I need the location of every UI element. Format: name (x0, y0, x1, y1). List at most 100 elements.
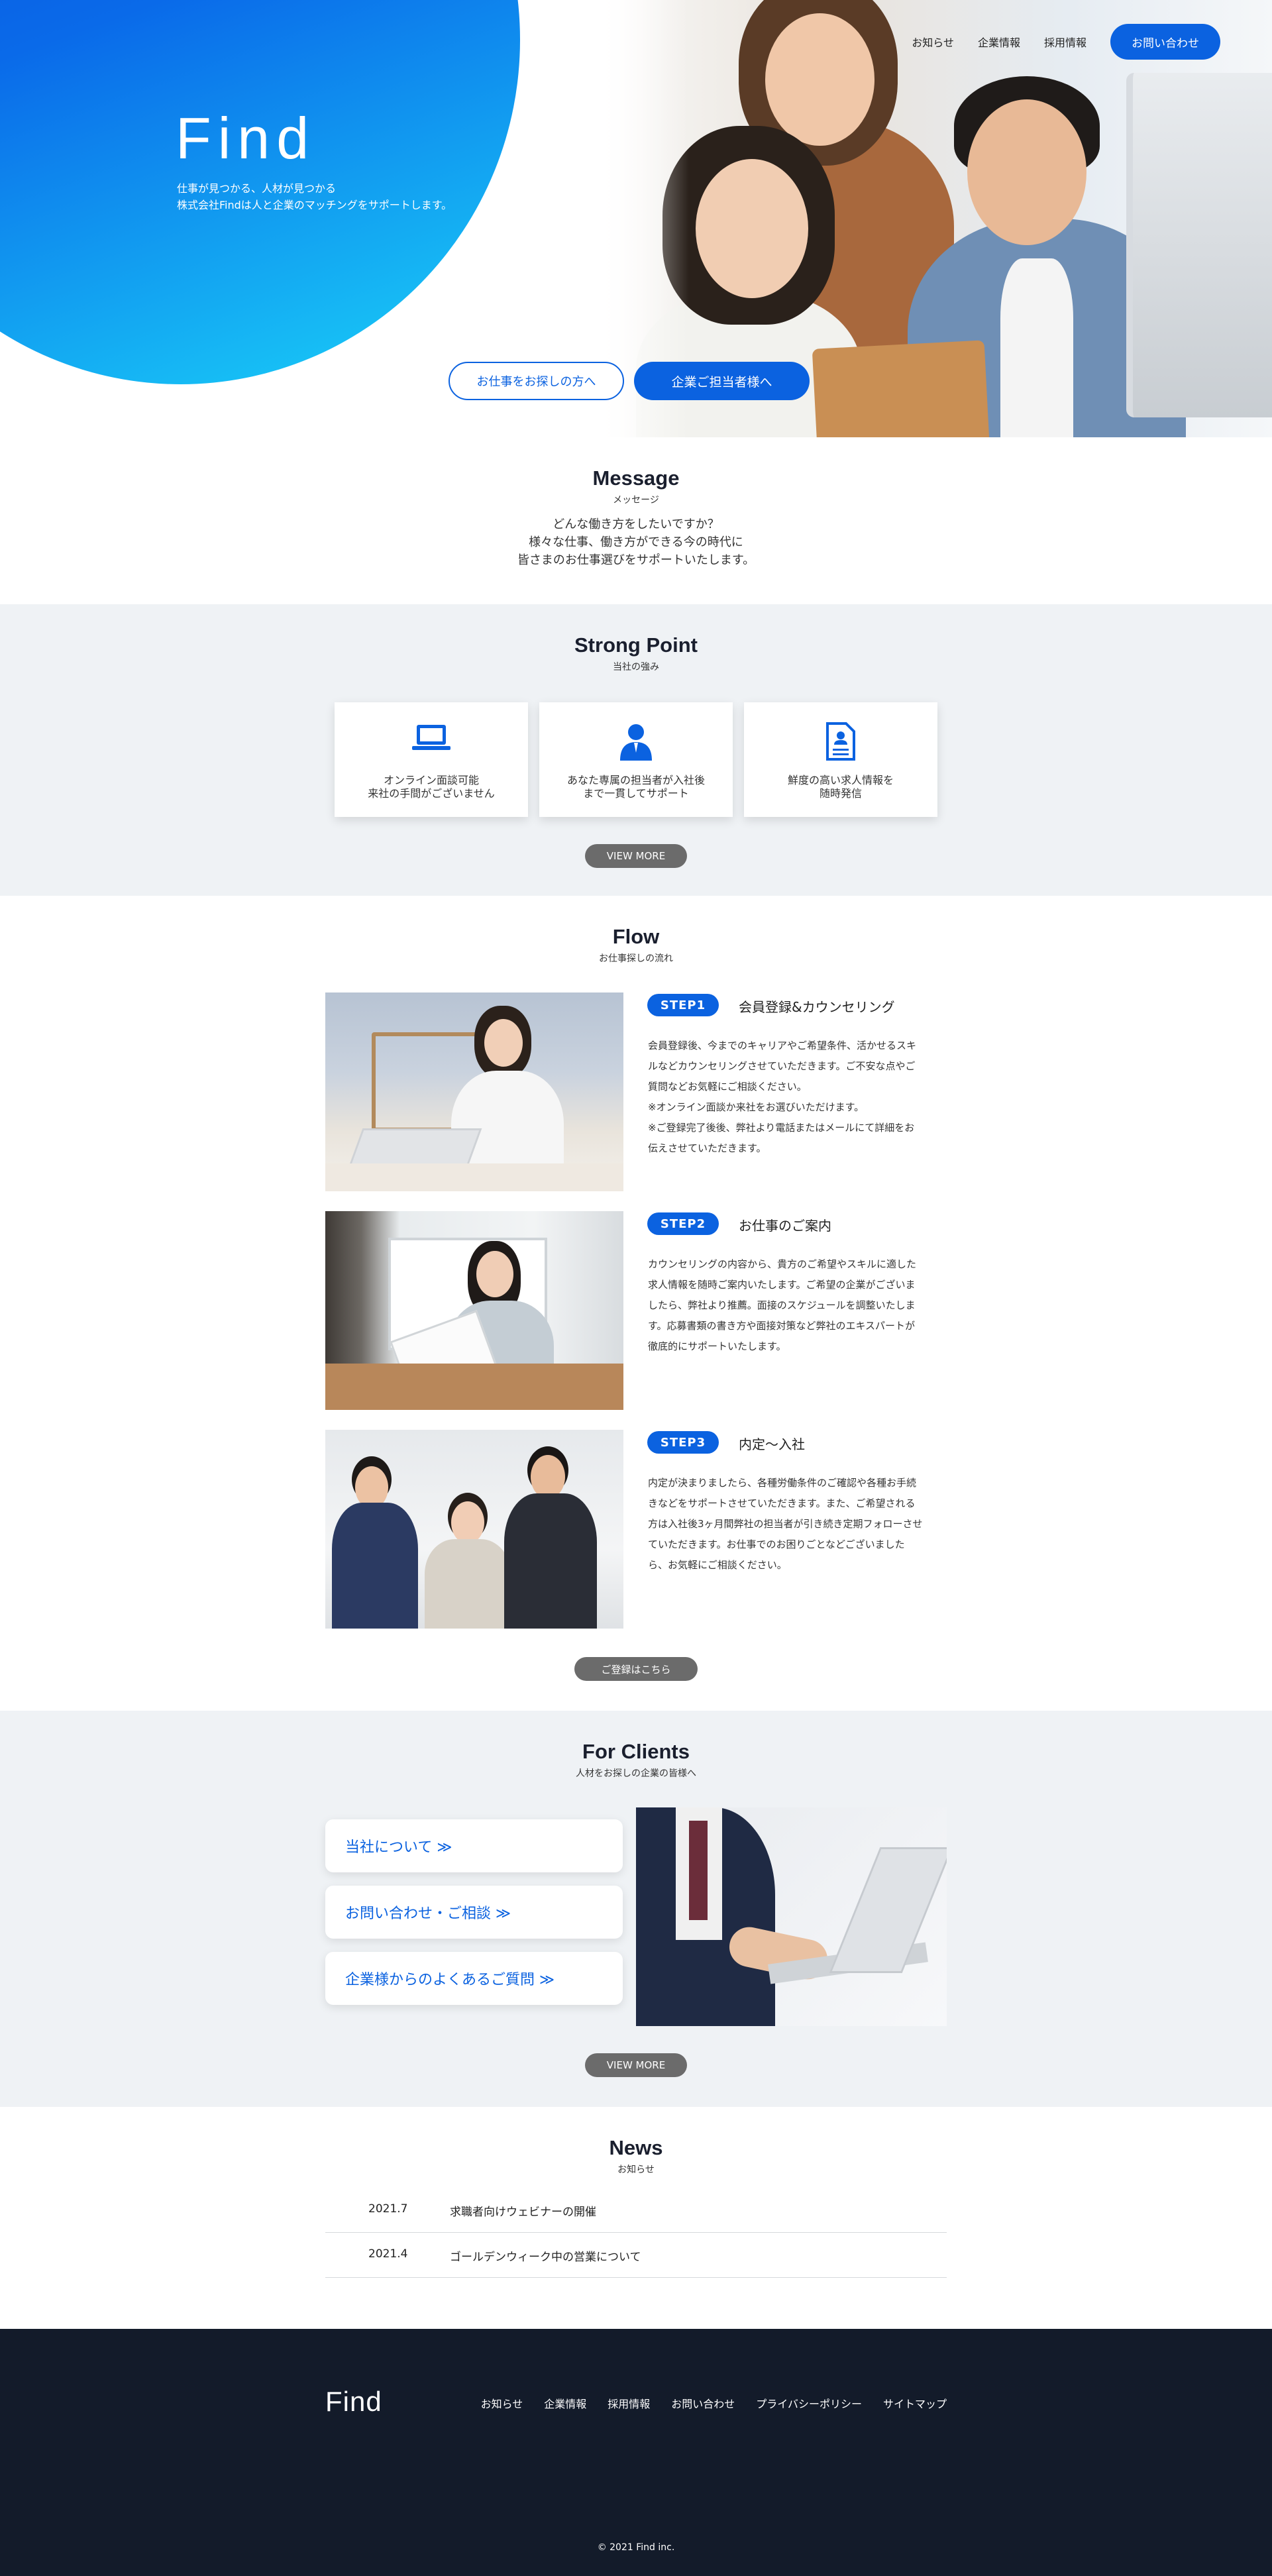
person-shape (765, 13, 874, 146)
footer: Find お知らせ 企業情報 採用情報 お問い合わせ プライバシーポリシー サイ… (0, 2329, 1272, 2576)
view-more-button[interactable]: VIEW MORE (585, 844, 687, 868)
hero-logo: Find (176, 105, 316, 171)
company-button[interactable]: 企業ご担当者様へ (634, 362, 810, 400)
step-line: ルなどカウンセリングさせていただきます。ご不安な点やご (648, 1060, 916, 1072)
footer-nav: お知らせ 企業情報 採用情報 お問い合わせ プライバシーポリシー サイトマップ (481, 2395, 947, 2411)
step-line: 質問などお気軽にご相談ください。 (648, 1081, 807, 1093)
step-line: 伝えさせていただきます。 (648, 1142, 767, 1154)
section-title: Flow (612, 925, 660, 948)
message-line: 皆さまのお仕事選びをサポートいたします。 (517, 553, 755, 567)
footer-link-contact[interactable]: お問い合わせ (671, 2395, 735, 2411)
step1-photo (325, 993, 623, 1191)
footer-link-news[interactable]: お知らせ (481, 2395, 523, 2411)
tagline-line: 株式会社Findは人と企業のマッチングをサポートします。 (177, 199, 452, 211)
monitor-shape (1126, 73, 1272, 417)
section-subtitle: お知らせ (617, 2165, 655, 2175)
card-line: 随時発信 (819, 787, 862, 800)
jobseeker-button[interactable]: お仕事をお探しの方へ (449, 362, 624, 400)
person-shape (1000, 258, 1073, 437)
nav-link-recruit[interactable]: 採用情報 (1044, 34, 1086, 50)
news-title[interactable]: 求職者向けウェビナーの開催 (450, 2202, 596, 2219)
footer-logo[interactable]: Find (325, 2386, 382, 2418)
card-line: オンライン面談可能 (383, 774, 479, 786)
tagline-line: 仕事が見つかる、人材が見つかる (177, 182, 337, 195)
hero-tagline: 仕事が見つかる、人材が見つかる 株式会社Findは人と企業のマッチングをサポート… (177, 180, 452, 213)
news-title[interactable]: ゴールデンウィーク中の営業について (450, 2247, 641, 2264)
step1-title: 会員登録&カウンセリング (739, 999, 895, 1015)
message-line: どんな働き方をしたいですか？ (553, 517, 719, 531)
step3-photo (325, 1430, 623, 1629)
card-text: あなた専属の担当者が入社後 まで一貫してサポート (539, 774, 733, 800)
step-line: ていただきます。お仕事でのお困りごとなどございました (648, 1538, 905, 1550)
step-line: カウンセリングの内容から、貴方のご希望やスキルに適した (648, 1258, 917, 1270)
message-section: Message メッセージ どんな働き方をしたいですか？ 様々な仕事、働き方がで… (0, 437, 1272, 604)
step-line: 徹底的にサポートいたします。 (648, 1340, 786, 1352)
step2-body: カウンセリングの内容から、貴方のご希望やスキルに適した 求人情報を随時ご案内いた… (648, 1254, 946, 1357)
step1-body: 会員登録後、今までのキャリアやご希望条件、活かせるスキ ルなどカウンセリングさせ… (648, 1036, 946, 1159)
card-text: オンライン面談可能 来社の手間がございません (335, 774, 528, 800)
strength-card: あなた専属の担当者が入社後 まで一貫してサポート (539, 702, 733, 817)
strong-point-section: Strong Point 当社の強み オンライン面談可能 来社の手間がございませ… (0, 604, 1272, 896)
step3-badge: STEP3 (647, 1431, 719, 1454)
section-title: Message (592, 466, 680, 490)
section-title: For Clients (582, 1740, 690, 1763)
top-nav: お知らせ 企業情報 採用情報 お問い合わせ (912, 24, 1220, 60)
news-section: News お知らせ 2021.7 求職者向けウェビナーの開催 2021.4 ゴー… (0, 2107, 1272, 2329)
section-subtitle: 人材をお探しの企業の皆様へ (576, 1768, 696, 1779)
client-photo (636, 1807, 947, 2026)
step-line: ら、お気軽にご相談ください。 (648, 1559, 787, 1571)
person-shape (967, 99, 1086, 245)
section-subtitle: 当社の強み (613, 662, 659, 672)
register-button[interactable]: ご登録はこちら (574, 1657, 698, 1681)
step2-photo (325, 1211, 623, 1410)
news-date: 2021.4 (368, 2247, 408, 2261)
strength-card: オンライン面談可能 来社の手間がございません (335, 702, 528, 817)
hero: Find 仕事が見つかる、人材が見つかる 株式会社Findは人と企業のマッチング… (0, 0, 1272, 437)
footer-link-recruit[interactable]: 採用情報 (608, 2395, 650, 2411)
clipboard-shape (812, 340, 990, 437)
section-title: Strong Point (574, 633, 698, 657)
news-date: 2021.7 (368, 2202, 408, 2216)
card-line: 鮮度の高い求人情報を (787, 774, 894, 786)
laptop-icon (335, 722, 528, 761)
news-item[interactable]: 2021.7 求職者向けウェビナーの開催 (325, 2188, 947, 2233)
step3-body: 内定が決まりましたら、各種労働条件のご確認や各種お手続 きなどをサポートさせてい… (648, 1473, 946, 1576)
document-icon (744, 722, 937, 761)
step2-title: お仕事のご案内 (739, 1218, 831, 1234)
step1-badge: STEP1 (647, 994, 719, 1016)
strength-cards: オンライン面談可能 来社の手間がございません あなた専属の担当者が入社後 まで一… (335, 702, 937, 817)
card-text: 鮮度の高い求人情報を 随時発信 (744, 774, 937, 800)
step-line: したら、弊社より推薦。面接のスケジュールを調整いたしま (648, 1299, 916, 1311)
step3-title: 内定〜入社 (739, 1436, 805, 1452)
footer-link-company[interactable]: 企業情報 (544, 2395, 586, 2411)
view-more-button[interactable]: VIEW MORE (585, 2053, 687, 2077)
step-line: ※オンライン面談か来社をお選びいただけます。 (648, 1101, 865, 1113)
card-line: あなた専属の担当者が入社後 (566, 774, 705, 786)
section-subtitle: お仕事探しの流れ (599, 953, 673, 964)
clients-section: For Clients 人材をお探しの企業の皆様へ 当社について ≫ お問い合わ… (0, 1711, 1272, 2107)
nav-link-company[interactable]: 企業情報 (978, 34, 1020, 50)
nav-link-news[interactable]: お知らせ (912, 34, 954, 50)
client-link-contact[interactable]: お問い合わせ・ご相談 ≫ (325, 1886, 623, 1939)
strength-card: 鮮度の高い求人情報を 随時発信 (744, 702, 937, 817)
step-line: きなどをサポートさせていただきます。また、ご希望される (648, 1497, 916, 1509)
page: Find 仕事が見つかる、人材が見つかる 株式会社Findは人と企業のマッチング… (0, 0, 1272, 2576)
card-line: まで一貫してサポート (583, 787, 689, 800)
person-icon (539, 722, 733, 761)
footer-link-sitemap[interactable]: サイトマップ (883, 2395, 947, 2411)
footer-link-privacy[interactable]: プライバシーポリシー (756, 2395, 862, 2411)
step-line: す。応募書類の書き方や面接対策など弊社のエキスパートが (648, 1320, 916, 1332)
news-item[interactable]: 2021.4 ゴールデンウィーク中の営業について (325, 2233, 947, 2278)
step-line: 内定が決まりましたら、各種労働条件のご確認や各種お手続 (648, 1477, 917, 1489)
client-link-faq[interactable]: 企業様からのよくあるご質問 ≫ (325, 1952, 623, 2005)
section-subtitle: メッセージ (613, 495, 659, 506)
message-line: 様々な仕事、働き方ができる今の時代に (529, 535, 743, 549)
card-line: 来社の手間がございません (368, 787, 495, 800)
client-link-about[interactable]: 当社について ≫ (325, 1819, 623, 1872)
flow-section: Flow お仕事探しの流れ STEP1 会員登録&カウンセリング 会員登録後、今… (0, 896, 1272, 1711)
nav-contact-button[interactable]: お問い合わせ (1110, 24, 1220, 60)
step-line: 方は入社後3ヶ月間弊社の担当者が引き続き定期フォローさせ (648, 1518, 923, 1530)
step-line: 求人情報を随時ご案内いたします。ご希望の企業がございま (648, 1279, 916, 1291)
copyright: © 2021 Find inc. (597, 2542, 675, 2553)
section-title: News (609, 2136, 663, 2159)
